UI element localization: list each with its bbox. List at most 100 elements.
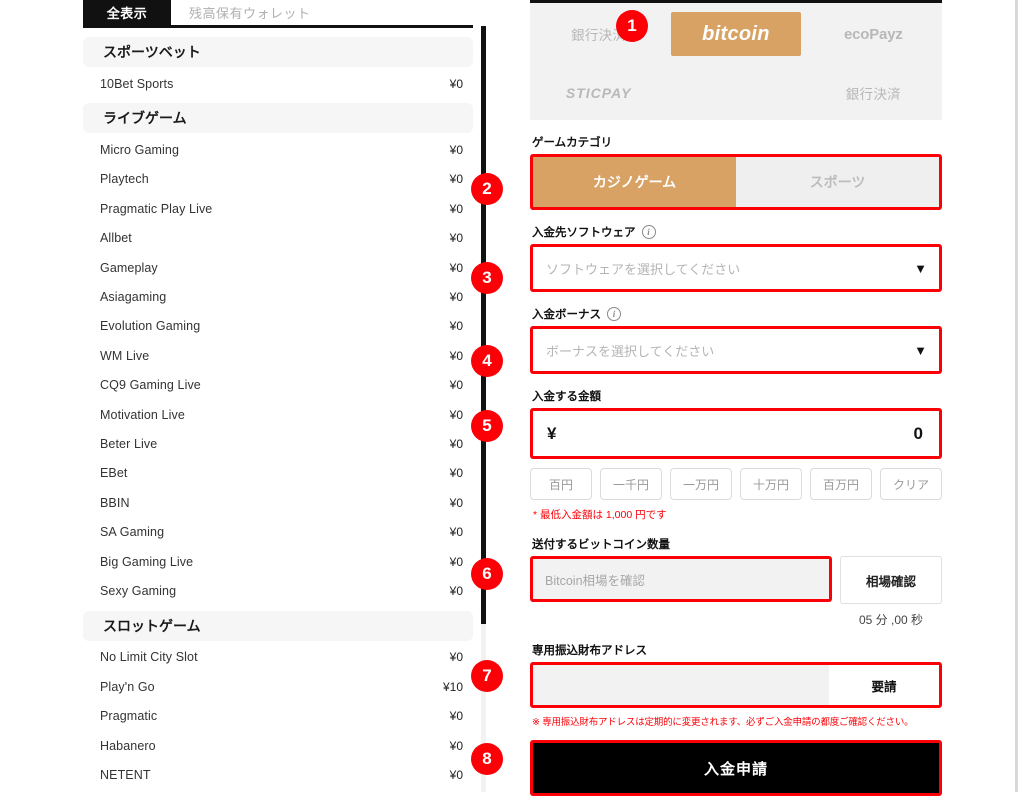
software-select[interactable]: ソフトウェアを選択してください ▼ — [533, 247, 939, 289]
tab-with-balance[interactable]: 残高保有ウォレット — [171, 0, 329, 25]
wallet-row[interactable]: Evolution Gaming ¥0 — [83, 312, 473, 341]
game-category-highlight: カジノゲーム スポーツ — [530, 154, 942, 210]
deposit-amount-highlight: ¥ 0 — [530, 408, 942, 459]
game-category-toggle: カジノゲーム スポーツ — [533, 157, 939, 207]
wallet-list: スポーツベット 10Bet Sports ¥0 ライブゲーム Micro Gaming ¥… — [83, 28, 473, 790]
submit-deposit-button[interactable]: 入金申請 — [533, 743, 939, 793]
wallet-group-header: ライブゲーム — [83, 103, 473, 134]
request-address-label: 要請 — [871, 679, 897, 694]
tab-all-label: 全表示 — [106, 6, 148, 21]
wallet-list-scrollbar-thumb[interactable] — [481, 26, 486, 624]
wallet-row[interactable]: BBIN ¥0 — [83, 488, 473, 517]
wallet-address-highlight: 要請 — [530, 662, 942, 708]
page-scrollbar[interactable] — [1015, 0, 1018, 792]
wallet-row[interactable]: Beter Live ¥0 — [83, 429, 473, 458]
wallet-row-name: Playtech — [100, 172, 149, 187]
submit-deposit-label: 入金申請 — [703, 760, 768, 778]
wallet-address-section: 専用振込財布アドレス 要請 ※ 専用振込財布アドレスは定期的に変更されます、必ず… — [530, 642, 942, 728]
bonus-select[interactable]: ボーナスを選択してください ▼ — [533, 329, 939, 371]
btc-amount-input[interactable]: Bitcoin相場を確認 — [533, 559, 829, 599]
deposit-amount-input[interactable]: ¥ 0 — [533, 411, 939, 456]
wallet-row-amount: ¥0 — [449, 650, 463, 665]
game-category-label: ゲームカテゴリ — [532, 134, 942, 150]
deposit-amount-value: 0 — [913, 423, 923, 443]
wallet-row[interactable]: Motivation Live ¥0 — [83, 400, 473, 429]
wallet-row-name: Pragmatic Play Live — [100, 201, 213, 216]
payment-method-option[interactable]: 銀行決済 — [530, 3, 667, 65]
payment-method-option[interactable]: ecoPayz — [805, 3, 942, 65]
wallet-row[interactable]: Big Gaming Live ¥0 — [83, 547, 473, 576]
quick-amount-button[interactable]: 百円 — [530, 468, 592, 500]
wallet-row[interactable]: Play'n Go ¥10 — [83, 672, 473, 701]
wallet-row-name: Sexy Gaming — [100, 583, 177, 598]
wallet-row[interactable]: Asiagaming ¥0 — [83, 282, 473, 311]
wallet-row-name: Asiagaming — [100, 290, 167, 305]
wallet-row[interactable]: 10Bet Sports ¥0 — [83, 69, 473, 98]
wallet-row-amount: ¥0 — [449, 319, 463, 334]
payment-method-selected[interactable]: bitcoin — [670, 12, 801, 56]
deposit-amount-label: 入金する金額 — [532, 388, 942, 404]
btc-amount-placeholder: Bitcoin相場を確認 — [545, 573, 646, 588]
wallet-row-amount: ¥0 — [449, 554, 463, 569]
info-icon[interactable]: i — [607, 307, 621, 321]
quick-amount-button[interactable]: 十万円 — [740, 468, 802, 500]
wallet-address-input[interactable] — [533, 665, 829, 705]
wallet-panel: 全表示 残高保有ウォレット スポーツベット 10Bet Sports ¥0 ライブゲー… — [83, 0, 473, 792]
annotation-marker-3: 3 — [471, 262, 503, 294]
bonus-label: 入金ボーナス i — [532, 306, 942, 322]
wallet-row-name: Big Gaming Live — [100, 554, 194, 569]
wallet-row[interactable]: CQ9 Gaming Live ¥0 — [83, 371, 473, 400]
quick-amount-button[interactable]: 一万円 — [670, 468, 732, 500]
wallet-row-amount: ¥0 — [449, 290, 463, 305]
wallet-row-name: Micro Gaming — [100, 143, 179, 158]
wallet-row-name: Pragmatic — [100, 709, 158, 724]
wallet-address-label-text: 専用振込財布アドレス — [532, 645, 647, 657]
check-rate-label: 相場確認 — [865, 574, 916, 589]
annotation-marker-6: 6 — [471, 558, 503, 590]
wallet-row[interactable]: WM Live ¥0 — [83, 341, 473, 370]
wallet-address-note: ※ 専用振込財布アドレスは定期的に変更されます、必ずご入金申請の都度ご確認くださ… — [532, 717, 914, 728]
payment-method-grid: 銀行決済 bitcoin ecoPayz STICPAY 銀行決済 — [530, 0, 942, 120]
wallet-row[interactable]: Playtech ¥0 — [83, 165, 473, 194]
annotation-marker-5: 5 — [471, 410, 503, 442]
wallet-row[interactable]: Micro Gaming ¥0 — [83, 135, 473, 164]
request-address-button[interactable]: 要請 — [829, 665, 939, 705]
wallet-tabs: 全表示 残高保有ウォレット — [83, 0, 473, 28]
check-rate-button[interactable]: 相場確認 — [840, 556, 942, 604]
payment-method-option[interactable]: STICPAY — [530, 65, 667, 120]
wallet-row-amount: ¥0 — [449, 436, 463, 451]
annotation-marker-7: 7 — [471, 660, 503, 692]
wallet-row-name: No Limit City Slot — [100, 650, 198, 665]
annotation-marker-1: 1 — [616, 10, 648, 42]
wallet-row-amount: ¥0 — [449, 466, 463, 481]
wallet-row[interactable]: Sexy Gaming ¥0 — [83, 576, 473, 605]
wallet-row[interactable]: SA Gaming ¥0 — [83, 517, 473, 546]
wallet-row-amount: ¥0 — [449, 709, 463, 724]
chevron-down-icon: ▼ — [914, 260, 927, 276]
wallet-row[interactable]: Gameplay ¥0 — [83, 253, 473, 282]
annotation-marker-8: 8 — [471, 743, 503, 775]
quick-amount-button[interactable]: クリア — [880, 468, 942, 500]
payment-method-label: bitcoin — [702, 22, 770, 45]
wallet-row[interactable]: Pragmatic Play Live ¥0 — [83, 194, 473, 223]
quick-amount-button[interactable]: 百万円 — [810, 468, 872, 500]
payment-method-option[interactable]: 銀行決済 — [805, 65, 942, 120]
wallet-row[interactable]: Pragmatic ¥0 — [83, 701, 473, 730]
wallet-row-amount: ¥0 — [449, 738, 463, 753]
category-sports-button[interactable]: スポーツ — [736, 157, 939, 207]
deposit-amount-label-text: 入金する金額 — [532, 391, 601, 403]
category-casino-button[interactable]: カジノゲーム — [533, 157, 736, 207]
info-icon[interactable]: i — [641, 225, 656, 239]
quick-amount-button[interactable]: 一千円 — [600, 468, 662, 500]
wallet-row[interactable]: Allbet ¥0 — [83, 224, 473, 253]
wallet-row[interactable]: No Limit City Slot ¥0 — [83, 643, 473, 672]
wallet-row-name: Play'n Go — [100, 679, 155, 694]
wallet-row-amount: ¥0 — [449, 767, 463, 782]
wallet-row[interactable]: NETENT ¥0 — [83, 760, 473, 789]
wallet-row[interactable]: Habanero ¥0 — [83, 731, 473, 760]
wallet-row-name: Habanero — [100, 738, 156, 753]
wallet-row[interactable]: EBet ¥0 — [83, 459, 473, 488]
wallet-row-amount: ¥0 — [449, 76, 463, 91]
tab-all[interactable]: 全表示 — [83, 0, 171, 25]
btc-rate-column: 相場確認 05 分 ,00 秒 — [840, 556, 942, 628]
